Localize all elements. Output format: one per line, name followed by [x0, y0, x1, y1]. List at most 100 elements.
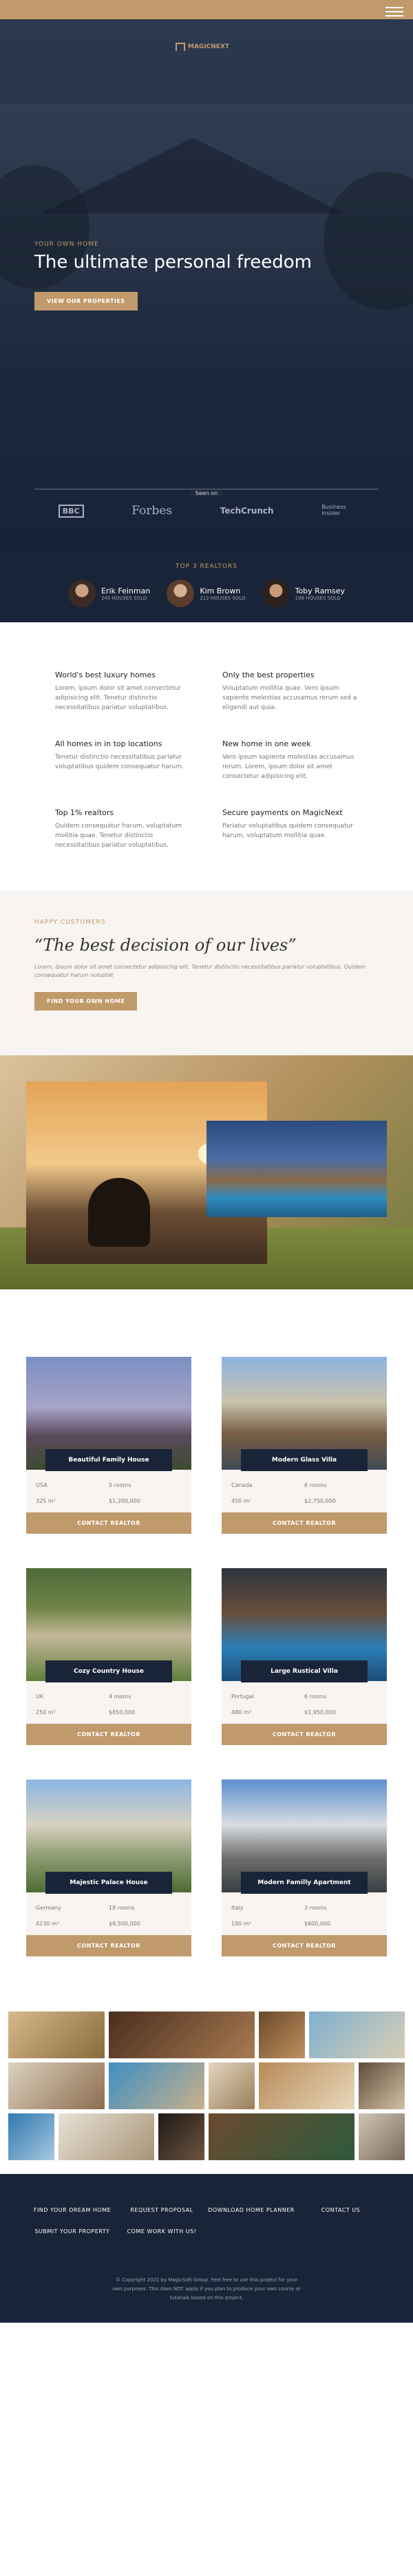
avatar: [67, 580, 96, 607]
realtor-card: Kim Brown 212 HOUSES SOLD: [167, 580, 246, 607]
home-title: Modern Glass Villa: [241, 1449, 368, 1472]
home-area: 4230 m²: [36, 1921, 59, 1928]
feature-title: World's best luxury homes: [55, 671, 156, 679]
home-title: Beautiful Family House: [45, 1449, 172, 1472]
testimonial-text: Lorem, ipsum dolor sit amet consectetur …: [34, 964, 366, 979]
realtor-sold: 245 HOUSES SOLD: [100, 595, 147, 601]
view-properties-button[interactable]: VIEW OUR PROPERTIES: [34, 292, 138, 310]
home-title: Large Rustical Villa: [241, 1660, 368, 1683]
press-logos: BBC Forbes TechCrunch Business Insider: [34, 504, 379, 518]
copyright: © Copyright 2021 by MagicSoft Group. Fee…: [112, 2277, 301, 2301]
feature-text: Vero ipsum sapiente molestias accusamus …: [222, 753, 354, 780]
lifestyle-banner: [0, 1055, 413, 1290]
feature-title: All homes in in top locations: [55, 739, 162, 748]
testimonial-quote: “The best decision of our lives”: [34, 936, 297, 956]
logo[interactable]: MAGICNEXT: [176, 43, 229, 51]
press-logo-techcrunch: TechCrunch: [220, 506, 274, 516]
seen-on-divider: Seen on: [34, 489, 379, 503]
home-country: Italy: [231, 1905, 244, 1912]
feature-title: New home in one week: [222, 739, 311, 748]
hero-eyebrow: YOUR OWN HOME: [34, 241, 99, 248]
home-rooms: 4 rooms: [109, 1693, 131, 1700]
top-bar: [0, 0, 413, 19]
feature-title: Top 1% realtors: [55, 807, 114, 817]
feature-text: Voluptatum mollitia quae. Vero ipsum sap…: [222, 685, 357, 711]
mosaic-photo: [359, 2113, 405, 2161]
contact-realtor-button[interactable]: CONTACT REALTOR: [26, 1935, 191, 1957]
logo-text: MAGICNEXT: [188, 43, 230, 50]
contact-realtor-button[interactable]: CONTACT REALTOR: [222, 1935, 387, 1957]
home-country: Portugal: [231, 1693, 255, 1700]
footer-link[interactable]: SUBMIT YOUR PROPERTY: [28, 2228, 117, 2235]
footer-link[interactable]: CONTACT US: [296, 2207, 385, 2213]
home-rooms: 6 rooms: [304, 1693, 327, 1700]
home-rooms: 5 rooms: [109, 1482, 131, 1489]
feature-item: Secure payments on MagicNext Pariatur vol…: [222, 808, 358, 851]
realtor-name: Erik Feinman: [100, 586, 151, 595]
feature-item: Only the best properties Voluptatum molli…: [222, 671, 358, 713]
home-country: Germany: [36, 1905, 61, 1912]
mosaic-photo: [8, 2012, 105, 2059]
logo-icon: [176, 43, 185, 51]
footer-link[interactable]: COME WORK WITH US!: [117, 2228, 206, 2235]
home-title: Modern Familly Apartment: [241, 1872, 368, 1894]
feature-item: All homes in in top locations Tenetur dis…: [55, 739, 191, 782]
mosaic-photo: [209, 2113, 355, 2161]
contact-realtor-button[interactable]: CONTACT REALTOR: [26, 1724, 191, 1746]
hamburger-icon[interactable]: [385, 4, 403, 19]
realtor-card: Erik Feinman 245 HOUSES SOLD: [67, 580, 151, 607]
footer: FIND YOUR DREAM HOME REQUEST PROPOSAL DO…: [0, 2174, 413, 2323]
footer-link[interactable]: DOWNLOAD HOME PLANNER: [206, 2207, 296, 2213]
feature-title: Secure payments on MagicNext: [222, 807, 343, 817]
contact-realtor-button[interactable]: CONTACT REALTOR: [222, 1724, 387, 1746]
mosaic-photo: [209, 2062, 255, 2110]
home-card: Large Rustical Villa Portugal 6 rooms 480 …: [222, 1568, 387, 1746]
photo-mosaic: [0, 1984, 413, 2174]
footer-link[interactable]: REQUEST PROPOSAL: [117, 2207, 206, 2213]
feature-item: World's best luxury homes Lorem, ipsum do…: [55, 671, 191, 713]
feature-text: Quidem consequatur harum, voluptatum mol…: [55, 822, 182, 849]
mosaic-photo: [108, 2012, 255, 2059]
avatar: [262, 580, 290, 607]
mosaic-photo: [258, 2062, 355, 2110]
home-price: $9,500,000: [109, 1921, 140, 1928]
realtor-name: Kim Brown: [200, 586, 241, 595]
home-rooms: 6 rooms: [304, 1482, 327, 1489]
home-title: Majestic Palace House: [45, 1872, 172, 1894]
home-country: Canada: [231, 1482, 253, 1489]
find-home-button[interactable]: FIND YOUR OWN HOME: [34, 992, 138, 1011]
home-price: $2,750,000: [304, 1498, 336, 1505]
feature-text: Tenetur distinctio necessitatibus pariat…: [55, 753, 184, 770]
avatar: [167, 580, 195, 607]
press-logo-business-insider: Business Insider: [321, 504, 346, 516]
realtor-sold: 212 HOUSES SOLD: [200, 595, 246, 601]
mosaic-photo: [258, 2012, 305, 2059]
testimonial-label: HAPPY CUSTOMERS: [34, 919, 106, 927]
contact-realtor-button[interactable]: CONTACT REALTOR: [222, 1512, 387, 1534]
footer-link[interactable]: FIND YOUR DREAM HOME: [28, 2207, 117, 2213]
home-area: 480 m²: [231, 1709, 251, 1716]
hero-title: The ultimate personal freedom: [34, 252, 312, 273]
contact-realtor-button[interactable]: CONTACT REALTOR: [26, 1512, 191, 1534]
home-price: $1,950,000: [304, 1709, 336, 1716]
home-price: $600,000: [304, 1921, 331, 1928]
top-realtors-section: TOP 3 REALTORS Erik Feinman 245 HOUSES SO…: [0, 551, 413, 622]
press-logo-forbes: Forbes: [131, 504, 173, 518]
realtor-name: Toby Ramsey: [295, 586, 346, 595]
home-rooms: 3 rooms: [304, 1905, 327, 1912]
press-logo-bbc: BBC: [58, 504, 84, 518]
home-card: Modern Glass Villa Canada 6 rooms 450 m² $2…: [222, 1357, 387, 1534]
mosaic-photo: [359, 2062, 405, 2110]
features-section: World's best luxury homes Lorem, ipsum do…: [0, 622, 413, 891]
home-area: 250 m²: [36, 1709, 56, 1716]
testimonial-section: HAPPY CUSTOMERS “The best decision of ou…: [0, 891, 413, 1056]
mosaic-photo: [58, 2113, 155, 2161]
mosaic-photo: [158, 2113, 204, 2161]
realtor-sold: 198 HOUSES SOLD: [295, 595, 341, 601]
home-card: Beautiful Family House USA 5 rooms 325 m² $…: [26, 1357, 191, 1534]
footer-nav: FIND YOUR DREAM HOME REQUEST PROPOSAL DO…: [28, 2207, 385, 2235]
mosaic-photo: [308, 2012, 405, 2059]
home-area: 180 m²: [231, 1921, 251, 1928]
home-card: Cozy Country House UK 4 rooms 250 m² $850,0…: [26, 1568, 191, 1746]
home-rooms: 18 rooms: [109, 1905, 135, 1912]
